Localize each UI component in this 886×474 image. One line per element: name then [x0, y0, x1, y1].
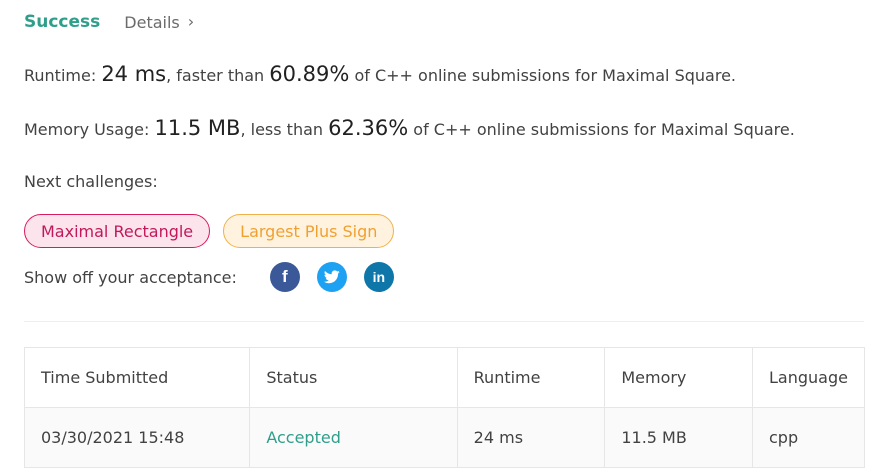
divider [24, 321, 864, 322]
challenge-tag-maximal-rectangle[interactable]: Maximal Rectangle [24, 214, 211, 248]
share-row: Show off your acceptance: f in [24, 262, 394, 292]
facebook-icon: f [282, 267, 288, 286]
next-challenges-label: Next challenges: [24, 172, 158, 191]
header-runtime[interactable]: Runtime [456, 347, 606, 408]
table-row[interactable]: 03/30/2021 15:48 Accepted 24 ms 11.5 MB … [23, 407, 866, 468]
runtime-label: Runtime: [24, 66, 102, 85]
memory-percent: 62.36% [328, 116, 409, 140]
next-challenges-list: Maximal Rectangle Largest Plus Sign [24, 214, 395, 248]
result-header: Success Details › [24, 10, 194, 34]
cell-time-submitted: 03/30/2021 15:48 [23, 407, 251, 468]
memory-mid: , less than [240, 120, 329, 139]
header-memory[interactable]: Memory [604, 347, 753, 408]
cell-memory: 11.5 MB [604, 407, 753, 468]
memory-value: 11.5 MB [154, 116, 241, 140]
header-language[interactable]: Language [751, 347, 866, 408]
memory-summary: Memory Usage: 11.5 MB, less than 62.36% … [24, 116, 795, 140]
cell-language: cpp [751, 407, 866, 468]
chevron-right-icon: › [187, 12, 195, 31]
details-label: Details [124, 12, 180, 32]
runtime-mid: , faster than [166, 66, 270, 85]
status-title: Success [24, 12, 101, 32]
memory-suffix: of C++ online submissions for Maximal Sq… [408, 120, 795, 139]
challenge-tag-largest-plus-sign[interactable]: Largest Plus Sign [223, 214, 395, 248]
table-header-row: Time Submitted Status Runtime Memory Lan… [23, 347, 866, 408]
twitter-icon [323, 270, 340, 284]
runtime-suffix: of C++ online submissions for Maximal Sq… [349, 66, 736, 85]
memory-label: Memory Usage: [24, 120, 155, 139]
facebook-share-button[interactable]: f [269, 262, 300, 292]
linkedin-icon: in [372, 269, 386, 285]
header-status[interactable]: Status [249, 347, 458, 408]
runtime-percent: 60.89% [269, 62, 350, 86]
details-link[interactable]: Details › [124, 13, 194, 32]
runtime-value: 24 ms [101, 62, 167, 86]
cell-runtime: 24 ms [456, 407, 606, 468]
linkedin-share-button[interactable]: in [363, 262, 394, 292]
twitter-share-button[interactable] [316, 262, 347, 292]
submissions-table: Time Submitted Status Runtime Memory Lan… [23, 347, 866, 468]
header-time-submitted[interactable]: Time Submitted [23, 347, 251, 408]
share-label: Show off your acceptance: [24, 267, 237, 287]
runtime-summary: Runtime: 24 ms, faster than 60.89% of C+… [24, 62, 736, 86]
cell-status-link[interactable]: Accepted [249, 407, 458, 468]
